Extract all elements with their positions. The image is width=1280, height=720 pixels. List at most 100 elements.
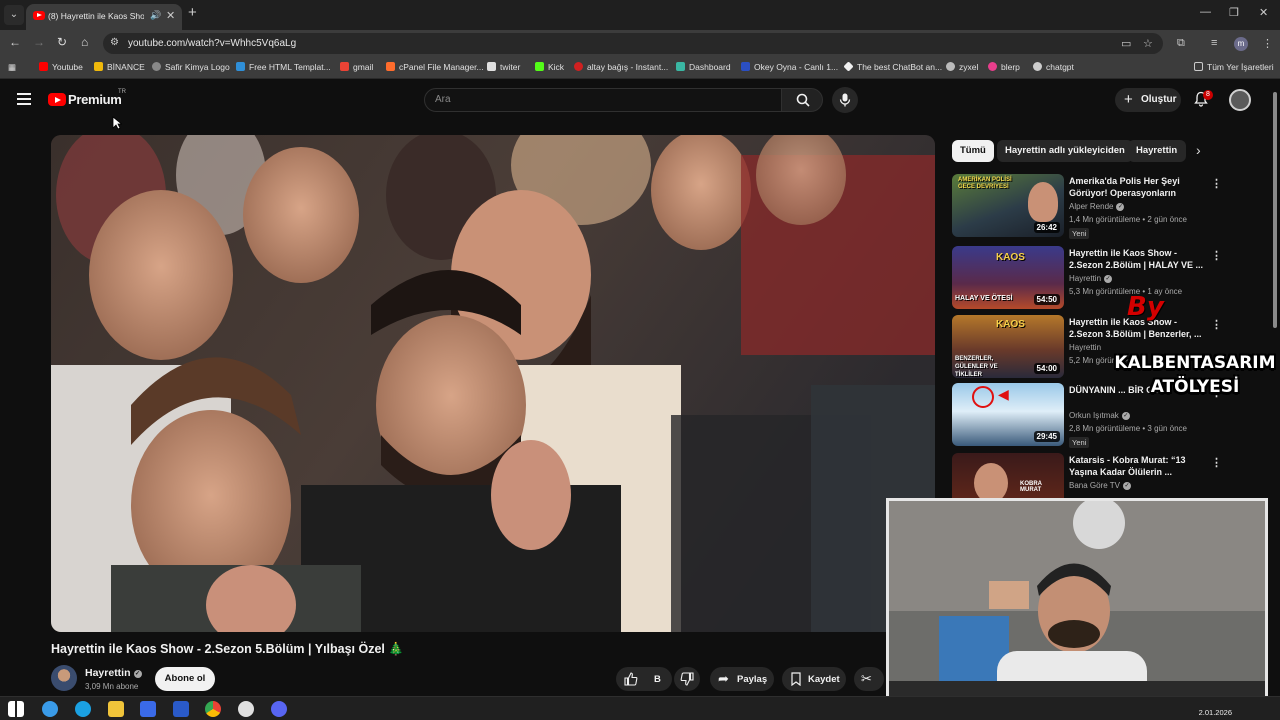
chrome-icon[interactable]	[205, 701, 221, 717]
create-button[interactable]: + Oluştur	[1115, 88, 1181, 112]
more-options-icon[interactable]: ⋮	[1211, 456, 1222, 469]
globe-icon	[946, 62, 955, 71]
bookmark-star-icon[interactable]: ☆	[1143, 37, 1153, 50]
tab-search-button[interactable]: ⌄	[4, 5, 24, 25]
new-badge: Yeni	[1069, 228, 1090, 239]
save-button[interactable]: Kaydet	[782, 667, 846, 691]
edge-icon[interactable]	[75, 701, 91, 717]
taskbar-date: 2.01.2026	[1198, 708, 1232, 717]
youtube-premium-logo[interactable]: Premium	[68, 92, 122, 107]
reload-icon[interactable]: ↻	[57, 35, 67, 49]
back-arrow-icon[interactable]: ←	[9, 35, 21, 49]
windows-start-icon[interactable]	[8, 701, 24, 717]
bookmark-item[interactable]: Dashboard	[676, 62, 731, 72]
video-thumbnail[interactable]: KAOS BENZERLER, GÜLENLER VE TİKLİLER 54:…	[952, 315, 1064, 378]
media-queue-icon[interactable]: ≡	[1211, 37, 1217, 49]
thumbnail-caption: HALAY VE ÖTESİ	[955, 295, 1013, 302]
browser-toolbar: ← → ↻ ⌂ ⚙ youtube.com/watch?v=Whhc5Vq6aL…	[0, 30, 1280, 57]
copilot-icon[interactable]	[42, 701, 58, 717]
bookmark-item[interactable]: Youtube	[39, 62, 83, 72]
mail-icon[interactable]	[173, 701, 189, 717]
share-arrow-icon: ➦	[718, 671, 729, 686]
speaker-icon[interactable]: 🔊	[150, 10, 161, 21]
discord-icon[interactable]	[271, 701, 287, 717]
browser-tab-active[interactable]: (8) Hayrettin ile Kaos Show 🔊 ✕	[26, 4, 182, 30]
bookmark-item[interactable]: The best ChatBot an...	[843, 61, 942, 72]
video-thumbnail[interactable]: KAOS HALAY VE ÖTESİ 54:50	[952, 246, 1064, 309]
youtube-header: Premium TR Ara + Oluştur 8	[0, 80, 1280, 120]
kaos-logo: KAOS	[996, 319, 1025, 330]
bookmarks-bar: ▦ Youtube BİNANCE Safir Kimya Logo Free …	[0, 57, 1280, 79]
bookmark-item[interactable]: altay bağış - Instant...	[574, 62, 668, 72]
bookmark-item[interactable]: zyxel	[946, 62, 978, 72]
apps-grid-icon[interactable]: ▦	[8, 62, 16, 73]
extensions-icon[interactable]: ⧉	[1177, 37, 1185, 50]
bookmark-item[interactable]: Kick	[535, 62, 564, 72]
like-count: B	[654, 674, 661, 685]
cast-icon[interactable]: ▭	[1121, 37, 1131, 50]
forward-arrow-icon[interactable]: →	[33, 35, 45, 49]
bookmark-item[interactable]: BİNANCE	[94, 62, 145, 72]
like-button[interactable]: B	[616, 667, 672, 691]
video-thumbnail[interactable]: AMERİKAN POLİSİ GECE DEVRİYESİ 26:42	[952, 174, 1064, 237]
chip-from-uploader[interactable]: Hayrettin adlı yükleyiciden	[997, 140, 1133, 162]
bookmark-item[interactable]: cPanel File Manager...	[386, 62, 484, 72]
new-tab-button[interactable]: +	[188, 4, 197, 21]
red-arrow-icon: ◀	[998, 386, 1009, 402]
recommendation-item[interactable]: KAOS HALAY VE ÖTESİ 54:50 Hayrettin ile …	[952, 246, 1272, 310]
overlay-brand-text: KALBENTASARIM ATÖLYESİ	[1114, 353, 1276, 397]
bookmark-item[interactable]: twiter	[487, 62, 520, 72]
share-button[interactable]: ➦ Paylaş	[710, 667, 774, 691]
dashboard-icon	[676, 62, 685, 71]
country-code: TR	[118, 89, 126, 95]
channel-avatar[interactable]	[51, 665, 77, 691]
chevron-right-icon[interactable]: ›	[1196, 142, 1201, 158]
verified-check-icon: ✓	[1121, 412, 1130, 420]
bookmark-item[interactable]: blerp	[988, 62, 1020, 72]
recommendation-title: Katarsis - Kobra Murat: “13 Yaşına Kadar…	[1069, 455, 1186, 477]
site-info-icon[interactable]: ⚙	[110, 37, 119, 48]
recommendation-item[interactable]: AMERİKAN POLİSİ GECE DEVRİYESİ 26:42 Ame…	[952, 174, 1272, 239]
address-bar[interactable]: ⚙ youtube.com/watch?v=Whhc5Vq6aLg ▭ ☆	[103, 33, 1163, 54]
account-avatar[interactable]	[1229, 89, 1251, 111]
microphone-icon	[839, 93, 851, 107]
dislike-button[interactable]	[674, 667, 700, 691]
video-player[interactable]	[51, 135, 935, 632]
clip-button[interactable]: ✂	[854, 667, 884, 691]
page-scrollbar[interactable]	[1273, 92, 1277, 328]
search-input[interactable]: Ara	[424, 88, 782, 112]
chip-all[interactable]: Tümü	[952, 140, 994, 162]
subscribe-button[interactable]: Abone ol	[155, 667, 215, 691]
profile-avatar[interactable]: m	[1234, 37, 1248, 51]
bookmark-item[interactable]: Safir Kimya Logo	[152, 62, 230, 72]
more-options-icon[interactable]: ⋮	[1211, 318, 1222, 331]
video-frame-image	[51, 135, 935, 632]
bookmark-item[interactable]: chatgpt	[1033, 62, 1074, 72]
bookmark-item[interactable]: Free HTML Templat...	[236, 62, 331, 72]
home-icon[interactable]: ⌂	[81, 35, 88, 49]
more-options-icon[interactable]: ⋮	[1211, 177, 1222, 190]
menu-icon[interactable]	[17, 93, 31, 105]
search-button[interactable]	[781, 88, 823, 112]
video-duration: 26:42	[1033, 222, 1060, 233]
scissors-icon: ✂	[861, 671, 872, 686]
file-explorer-icon[interactable]	[108, 701, 124, 717]
chrome-menu-icon[interactable]: ⋮	[1262, 37, 1273, 50]
restore-icon[interactable]: ❐	[1229, 6, 1239, 19]
youtube-logo-icon[interactable]	[48, 93, 66, 106]
tab-close-icon[interactable]: ✕	[166, 9, 175, 22]
voice-search-button[interactable]	[832, 87, 858, 113]
bookmark-item[interactable]: Okey Oyna - Canlı 1...	[741, 62, 838, 72]
video-thumbnail[interactable]: ◀ 29:45	[952, 383, 1064, 446]
store-icon[interactable]	[140, 701, 156, 717]
obs-icon[interactable]	[238, 701, 254, 717]
channel-name[interactable]: Hayrettin ✓	[85, 667, 142, 679]
minimize-icon[interactable]: —	[1200, 6, 1211, 18]
more-options-icon[interactable]: ⋮	[1211, 249, 1222, 262]
bookmark-item[interactable]: gmail	[340, 62, 373, 72]
chip-hayrettin[interactable]: Hayrettin	[1128, 140, 1186, 162]
window-close-icon[interactable]: ✕	[1259, 6, 1268, 19]
all-bookmarks-folder[interactable]: Tüm Yer İşaretleri	[1194, 62, 1274, 72]
url-text: youtube.com/watch?v=Whhc5Vq6aLg	[128, 38, 297, 49]
webcam-feed-image	[889, 501, 1265, 701]
